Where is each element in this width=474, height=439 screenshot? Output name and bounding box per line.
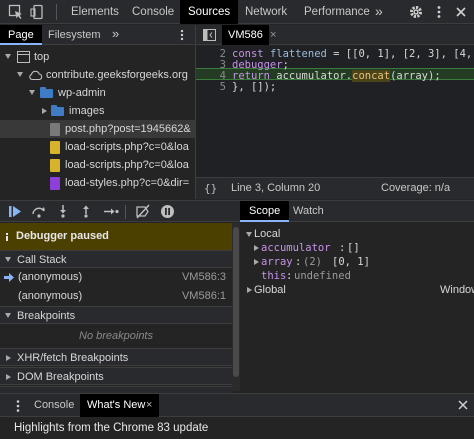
resume-icon[interactable] <box>8 205 22 218</box>
toolbar-separator <box>56 4 57 20</box>
drawer-tabs: Console What's New × <box>0 393 474 417</box>
close-drawer-icon[interactable] <box>458 400 468 410</box>
drawer-tab-whats-new[interactable]: What's New × <box>80 394 159 417</box>
no-breakpoints-message: No breakpoints <box>79 330 153 342</box>
settings-gear-icon[interactable] <box>408 4 424 20</box>
deactivate-breakpoints-icon[interactable] <box>135 204 151 219</box>
editor-tabs: VM586 × <box>196 25 474 45</box>
call-stack-header[interactable]: Call Stack <box>0 250 232 268</box>
tree-item-load-scripts-1[interactable]: load-scripts.php?c=0&loa <box>0 138 195 156</box>
collapse-caret-icon <box>247 287 252 293</box>
script-file-icon <box>50 141 60 154</box>
tree-item-domain[interactable]: contribute.geeksforgeeks.org <box>0 66 195 84</box>
drawer-menu-icon[interactable] <box>13 399 23 413</box>
tab-network[interactable]: Network <box>245 0 287 24</box>
expand-caret-icon <box>246 232 252 237</box>
tab-elements[interactable]: Elements <box>71 0 119 24</box>
tree-item-images[interactable]: images <box>0 102 195 120</box>
collapse-caret-icon <box>254 245 259 251</box>
pretty-print-button[interactable]: {} <box>204 178 217 199</box>
coverage-status: Coverage: n/a <box>381 182 451 194</box>
frame-icon <box>17 51 30 63</box>
collapse-caret-icon <box>6 374 11 380</box>
editor-tab-vm586[interactable]: VM586 <box>222 25 269 45</box>
step-icon[interactable] <box>103 205 119 218</box>
call-frame[interactable]: (anonymous) VM586:1 <box>0 287 232 306</box>
info-icon <box>6 233 8 241</box>
close-devtools-icon[interactable] <box>453 4 469 20</box>
step-out-icon[interactable] <box>80 205 92 218</box>
paused-label: Debugger paused <box>16 230 109 242</box>
scope-tabs: Scope Watch <box>240 200 474 222</box>
code-editor[interactable]: 2 const flattened = [[0, 1], [2, 3], [4, … <box>196 46 474 177</box>
tab-sources[interactable]: Sources <box>180 0 239 24</box>
close-tab-icon[interactable]: × <box>146 394 152 417</box>
navigator-more-button[interactable]: » <box>112 24 119 44</box>
script-file-icon <box>50 159 60 172</box>
file-tree: top contribute.geeksforgeeks.org wp-admi… <box>0 46 195 192</box>
current-frame-arrow-icon <box>4 273 14 282</box>
expand-caret-icon <box>5 313 11 318</box>
scrollbar-thumb[interactable] <box>233 227 239 377</box>
navigator-tabs: Page Filesystem » <box>0 25 195 45</box>
tab-scope[interactable]: Scope <box>240 201 290 222</box>
close-tab-icon[interactable]: × <box>270 25 276 45</box>
line-number[interactable]: 5 <box>196 82 226 93</box>
tree-item-load-scripts-2[interactable]: load-scripts.php?c=0&loa <box>0 156 195 174</box>
tree-item-top[interactable]: top <box>0 48 195 66</box>
folder-icon <box>40 87 53 98</box>
step-into-icon[interactable] <box>57 205 69 218</box>
document-file-icon <box>50 123 60 136</box>
tab-performance[interactable]: Performance <box>304 0 370 24</box>
code-token: accumulator. <box>276 70 353 82</box>
step-over-icon[interactable] <box>31 205 47 218</box>
tab-filesystem[interactable]: Filesystem <box>48 25 101 45</box>
code-token: (array); <box>390 70 441 82</box>
folder-icon <box>51 105 64 116</box>
whats-new-headline: Highlights from the Chrome 83 update <box>14 422 209 434</box>
breakpoints-header[interactable]: Breakpoints <box>0 306 232 324</box>
editor-status-bar: {} Line 3, Column 20 Coverage: n/a <box>196 177 474 199</box>
device-toolbar-icon[interactable] <box>30 4 46 20</box>
call-frame[interactable]: (anonymous) VM586:3 <box>0 268 232 287</box>
toolbar-separator <box>125 205 126 219</box>
expand-caret-icon <box>17 72 23 77</box>
scope-panel: Local accumulator : [] array : (2) [0, 1… <box>240 223 474 391</box>
pause-on-exceptions-icon[interactable] <box>160 204 175 219</box>
whats-new-panel: Highlights from the Chrome 83 update <box>0 417 474 439</box>
stylesheet-file-icon <box>50 177 60 190</box>
xhr-breakpoints-header[interactable]: XHR/fetch Breakpoints <box>0 348 232 366</box>
debugger-paused-banner: Debugger paused <box>0 223 232 250</box>
cursor-position: Line 3, Column 20 <box>231 182 321 194</box>
cloud-icon <box>29 70 43 81</box>
debugger-scrollbar[interactable] <box>232 223 240 391</box>
debugger-toolbar <box>0 200 240 222</box>
expand-caret-icon <box>5 257 11 262</box>
drawer-tab-console[interactable]: Console <box>34 394 74 417</box>
code-line: }, []); <box>232 82 276 93</box>
more-tabs-button[interactable]: » <box>375 0 383 23</box>
code-token: = [[0, 1], [2, 3], [4, 5] <box>333 48 473 60</box>
navigator-menu-icon[interactable] <box>175 28 189 42</box>
tree-item-load-styles[interactable]: load-styles.php?c=0&dir= <box>0 174 195 192</box>
scope-global[interactable]: Global Window <box>240 283 474 297</box>
code-token: concat <box>352 70 391 82</box>
expand-caret-icon <box>29 90 35 95</box>
tab-page[interactable]: Page <box>0 25 42 45</box>
tab-console[interactable]: Console <box>132 0 174 24</box>
collapse-caret-icon <box>6 355 11 361</box>
tab-watch[interactable]: Watch <box>293 201 324 222</box>
code-token: }, []); <box>232 81 277 93</box>
collapse-caret-icon <box>254 259 259 265</box>
tree-item-wp-admin[interactable]: wp-admin <box>0 84 195 102</box>
inspect-element-icon[interactable] <box>8 4 24 20</box>
toggle-navigator-icon[interactable] <box>203 29 216 41</box>
tree-item-post-php[interactable]: post.php?post=1945662& <box>0 120 195 138</box>
kebab-menu-icon[interactable] <box>431 4 447 20</box>
collapse-caret-icon <box>42 108 47 114</box>
devtools-toolbar: Elements Console Sources Network Perform… <box>0 0 474 24</box>
expand-caret-icon <box>5 54 11 59</box>
scope-local[interactable]: Local <box>240 227 474 241</box>
dom-breakpoints-header[interactable]: DOM Breakpoints <box>0 367 232 385</box>
